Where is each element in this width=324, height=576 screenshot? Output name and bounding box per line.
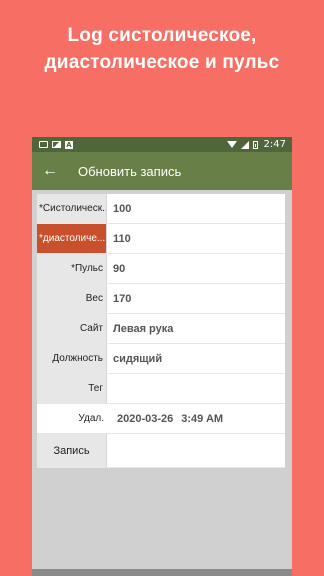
- form-row-date[interactable]: Удал. 2020-03-26 3:49 AM: [37, 404, 285, 434]
- app-bar: ← Обновить запись: [32, 152, 292, 190]
- tag-field[interactable]: [107, 374, 285, 403]
- back-arrow-icon[interactable]: ←: [32, 162, 68, 180]
- status-time: 2:47: [263, 139, 286, 150]
- bottom-bar: [32, 569, 292, 576]
- time-value[interactable]: 3:49 AM: [181, 413, 223, 425]
- pulse-field[interactable]: 90: [107, 254, 285, 283]
- weight-label: Вес: [37, 284, 107, 313]
- signal-icon: [240, 140, 249, 149]
- record-label: Запись: [37, 434, 107, 467]
- pulse-label: *Пульс: [37, 254, 107, 283]
- form-row-tag[interactable]: Тег: [37, 374, 285, 404]
- form-row-pulse[interactable]: *Пульс 90: [37, 254, 285, 284]
- a-icon: A: [65, 140, 73, 149]
- form-row-weight[interactable]: Вес 170: [37, 284, 285, 314]
- diastolic-label: *диастоличе...: [37, 224, 107, 253]
- record-field[interactable]: [107, 434, 285, 467]
- tag-label: Тег: [37, 374, 107, 403]
- promo-line-2: диастолическое и пульс: [44, 52, 280, 73]
- promo-line-1: Log систолическое,: [67, 25, 257, 46]
- weight-field[interactable]: 170: [107, 284, 285, 313]
- form-row-record[interactable]: Запись: [37, 434, 285, 468]
- site-field[interactable]: Левая рука: [107, 314, 285, 343]
- page-title: Обновить запись: [78, 163, 182, 179]
- diastolic-field[interactable]: 110: [107, 224, 285, 253]
- record-form: *Систолическ... 100 *диастоличе... 110 *…: [37, 194, 285, 468]
- phone-screen: A 2:47 ← Обновить запись *Систолическ...…: [32, 137, 292, 576]
- promo-caption: Log систолическое, диастолическое и пуль…: [0, 22, 324, 76]
- status-bar: A 2:47: [32, 137, 292, 152]
- form-row-site[interactable]: Сайт Левая рука: [37, 314, 285, 344]
- battery-icon: [252, 140, 258, 149]
- wifi-icon: [226, 141, 237, 148]
- image-icon: [52, 141, 61, 148]
- form-row-diastolic[interactable]: *диастоличе... 110: [37, 224, 285, 254]
- site-label: Сайт: [37, 314, 107, 343]
- position-label: Должность: [37, 344, 107, 373]
- date-value[interactable]: 2020-03-26: [117, 413, 173, 425]
- message-icon: [39, 141, 48, 148]
- systolic-label: *Систолическ...: [37, 194, 107, 223]
- form-row-position[interactable]: Должность сидящий: [37, 344, 285, 374]
- form-row-systolic[interactable]: *Систолическ... 100: [37, 194, 285, 224]
- date-label: Удал.: [37, 404, 107, 433]
- systolic-field[interactable]: 100: [107, 194, 285, 223]
- position-field[interactable]: сидящий: [107, 344, 285, 373]
- datetime-field[interactable]: 2020-03-26 3:49 AM: [107, 404, 285, 433]
